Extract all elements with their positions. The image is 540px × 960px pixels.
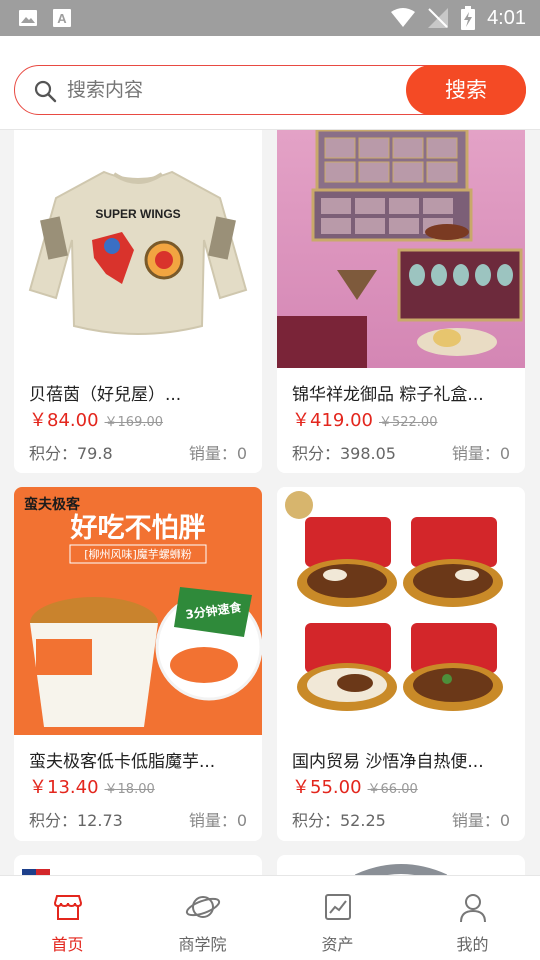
product-price: ￥55.00 ￥66.00: [292, 773, 418, 799]
bottom-tab-bar: 首页 商学院 资产 我的: [0, 875, 540, 960]
product-card[interactable]: [277, 855, 525, 875]
search-icon: [34, 80, 57, 103]
tab-home[interactable]: 首页: [0, 876, 135, 960]
brand-logo-text: 蛮夫极客: [24, 496, 81, 513]
ad-headline: 好吃不怕胖: [70, 513, 206, 544]
tab-label: 资产: [321, 935, 354, 954]
search-input[interactable]: [67, 66, 397, 114]
product-points: 积分：398.05: [292, 444, 396, 463]
tab-label: 商学院: [178, 935, 227, 954]
tab-mine[interactable]: 我的: [405, 876, 540, 960]
product-image: 蛮夫极客 好吃不怕胖 [柳州风味]魔芋螺蛳粉 3分钟速食: [14, 487, 262, 735]
image-notification-icon: [19, 10, 37, 26]
product-price: ￥419.00 ￥522.00: [292, 406, 437, 432]
tab-business-school[interactable]: 商学院: [135, 876, 270, 960]
product-sales: 销量：0: [451, 811, 510, 830]
product-original-price: ￥18.00: [104, 782, 155, 797]
tab-label: 首页: [51, 935, 84, 954]
product-price-value: ￥13.40: [29, 777, 99, 798]
product-image: [277, 487, 525, 735]
product-card[interactable]: 国内贸易 沙悟净自热便... ￥55.00 ￥66.00 积分：52.25 销量：…: [277, 487, 525, 841]
product-sales: 销量：0: [451, 444, 510, 463]
product-sales: 销量：0: [188, 444, 247, 463]
product-grid[interactable]: SUPER WINGS 贝蓓茵（好兒屋）... ￥84.00 ￥169.00 积分…: [0, 130, 540, 875]
product-points: 积分：52.25: [292, 811, 386, 830]
sweater-print-text: SUPER WINGS: [95, 207, 180, 221]
product-image: [22, 869, 50, 875]
product-price: ￥84.00 ￥169.00: [29, 406, 163, 432]
battery-charging-icon: [461, 6, 476, 30]
product-price-value: ￥55.00: [292, 777, 362, 798]
search-header: 搜索: [0, 36, 540, 130]
wifi-icon: [391, 8, 416, 27]
product-title: 国内贸易 沙悟净自热便...: [292, 752, 484, 772]
product-title: 贝蓓茵（好兒屋）...: [29, 385, 182, 405]
person-icon: [459, 894, 486, 923]
product-image: SUPER WINGS: [14, 130, 262, 368]
ad-subtitle: [柳州风味]魔芋螺蛳粉: [84, 547, 192, 561]
search-box[interactable]: 搜索: [14, 65, 526, 115]
product-card[interactable]: [14, 855, 262, 875]
status-bar: A 4:01: [0, 0, 540, 36]
product-original-price: ￥522.00: [378, 415, 438, 430]
tab-label: 我的: [456, 935, 489, 954]
search-button[interactable]: 搜索: [406, 65, 526, 115]
product-image: [277, 130, 525, 368]
product-sales: 销量：0: [188, 811, 247, 830]
product-points: 积分：79.8: [29, 444, 113, 463]
svg-text:A: A: [57, 11, 67, 26]
planet-icon: [185, 896, 220, 918]
product-price: ￥13.40 ￥18.00: [29, 773, 155, 799]
product-card[interactable]: 锦华祥龙御品 粽子礼盒... ￥419.00 ￥522.00 积分：398.05 …: [277, 130, 525, 473]
product-title: 锦华祥龙御品 粽子礼盒...: [292, 385, 484, 405]
product-points: 积分：12.73: [29, 811, 123, 830]
font-notification-icon: A: [53, 9, 71, 27]
tab-assets[interactable]: 资产: [270, 876, 405, 960]
status-time: 4:01: [487, 6, 526, 29]
product-price-value: ￥419.00: [292, 410, 373, 431]
product-image: [354, 864, 448, 875]
product-original-price: ￥66.00: [367, 782, 418, 797]
product-title: 蛮夫极客低卡低脂魔芋...: [29, 752, 216, 772]
product-price-value: ￥84.00: [29, 410, 99, 431]
shop-icon: [53, 895, 82, 920]
no-signal-icon: [428, 8, 449, 28]
product-original-price: ￥169.00: [104, 415, 164, 430]
chart-icon: [324, 894, 351, 920]
product-card[interactable]: SUPER WINGS 贝蓓茵（好兒屋）... ￥84.00 ￥169.00 积分…: [14, 130, 262, 473]
product-card[interactable]: 蛮夫极客 好吃不怕胖 [柳州风味]魔芋螺蛳粉 3分钟速食 蛮夫极客低卡低脂魔芋.…: [14, 487, 262, 841]
